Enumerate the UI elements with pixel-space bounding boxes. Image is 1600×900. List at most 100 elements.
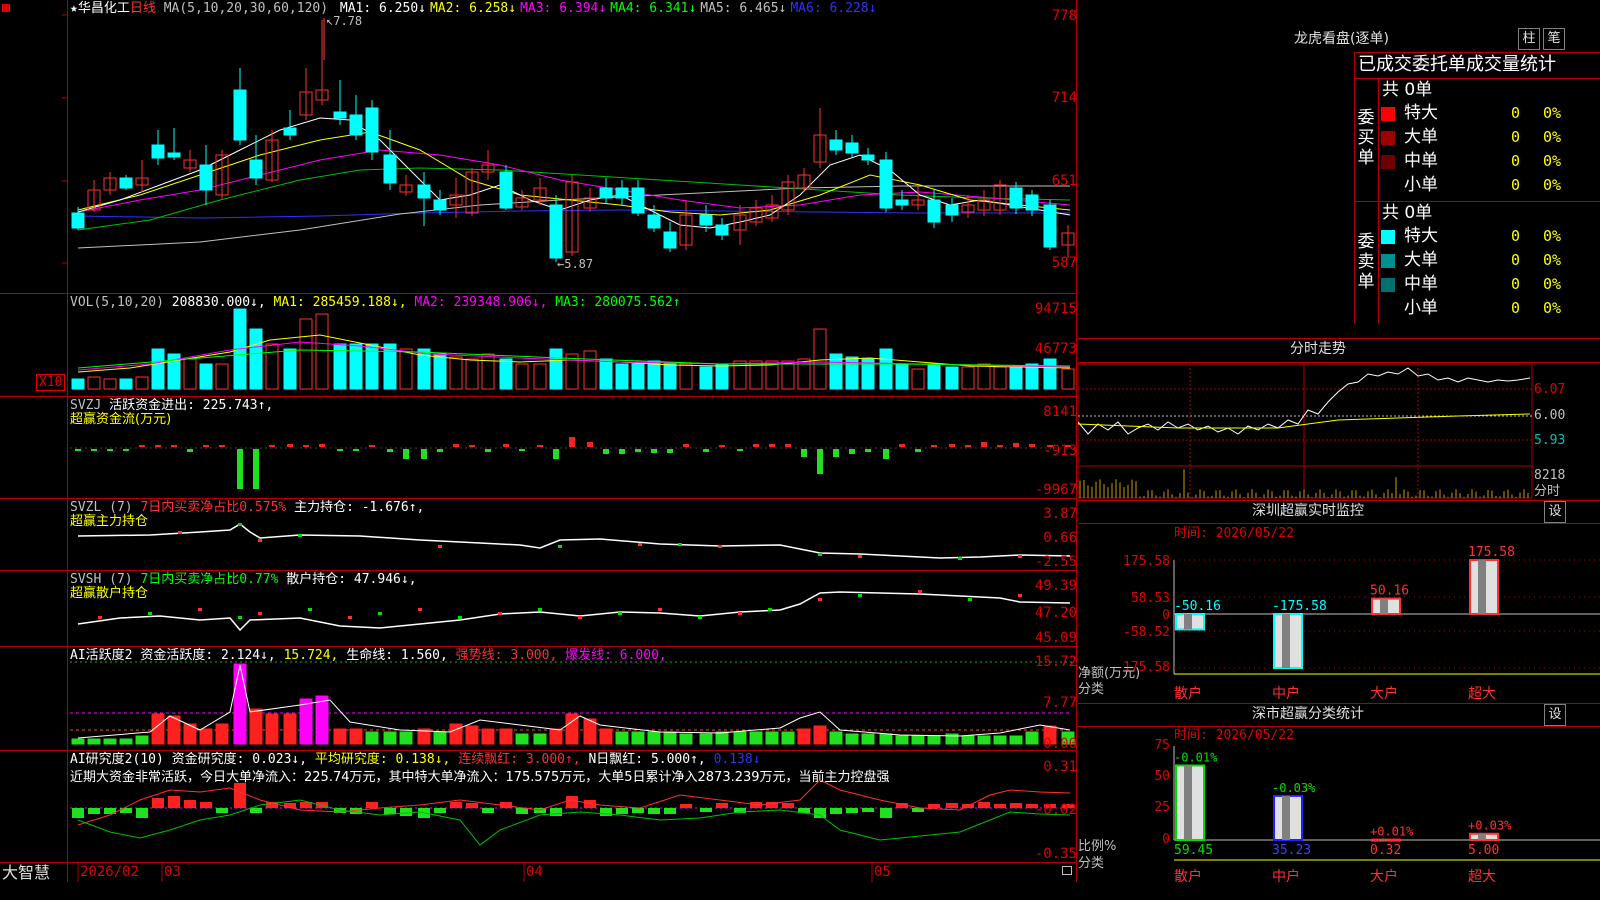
volume-bar (715, 363, 729, 390)
research-bar (400, 808, 412, 816)
volume-bar (599, 358, 613, 390)
activity-bar (647, 731, 661, 745)
fund-flow-bar (587, 442, 593, 447)
svzl-header: SVZL (7) 7日内买卖净占比0.575% 主力持仓: -1.676↑, (70, 500, 424, 515)
fund-flow-bar (519, 449, 525, 451)
chart-area[interactable]: ★华昌化工日线 MA(5,10,20,30,60,120) MA1: 6.250… (0, 0, 1077, 882)
research-bar (880, 808, 892, 818)
sz-classify-settings-button[interactable]: 设 (1544, 704, 1566, 726)
candle-body (549, 204, 563, 259)
ai-active-value2: 15.724, (283, 648, 339, 663)
order-percent: 0% (1543, 299, 1562, 317)
fund-flow-bar (753, 444, 759, 447)
fund-flow-bar (849, 449, 855, 454)
research-bar (680, 804, 692, 808)
order-count: 0 (1510, 227, 1520, 245)
fund-flow-bar (91, 449, 97, 451)
sz-monitor-y-label: 净额(万元) (1078, 666, 1141, 681)
intraday-vol-unit: 分时 (1534, 484, 1561, 499)
category-swatch (1381, 230, 1395, 244)
activity-bar (233, 663, 247, 745)
research-bar (632, 808, 644, 813)
position-dot (98, 616, 102, 619)
activity-bar (349, 728, 363, 745)
fund-flow-bar (949, 444, 955, 447)
vol-header: VOL(5,10,20) 208830.000↓, MA1: 285459.18… (70, 295, 681, 310)
sz-classify-y-label: 比例% (1078, 839, 1117, 854)
sell-total: 共 0单 (1382, 203, 1433, 223)
divider (1078, 726, 1600, 727)
sz-classify-bars: -0.01% 59.45 -0.03% 35.23 +0.01% 0.32 +0.03% 5.… (1174, 750, 1512, 858)
position-dot (738, 612, 742, 615)
candle-body (71, 212, 85, 229)
sz-classify-category: 散户 (1174, 869, 1202, 885)
lock-icon[interactable] (1062, 866, 1072, 875)
research-bar (648, 808, 660, 814)
svzl-subtitle: 超赢主力持仓 (70, 514, 149, 529)
category-swatch (1381, 107, 1395, 121)
volume-bar (631, 363, 645, 390)
candle-body (249, 159, 263, 179)
position-dot (558, 545, 562, 548)
activity-bar (765, 731, 779, 745)
sz-monitor-settings-button[interactable]: 设 (1544, 501, 1566, 523)
ma3-line (77, 149, 1071, 213)
sz-classify-bar-shade (1184, 765, 1192, 840)
fund-flow-bar (319, 444, 325, 447)
activity-bar (781, 731, 795, 745)
order-percent: 0% (1543, 128, 1562, 146)
vol-value: 208830.000↓, (171, 295, 266, 310)
candle-body (283, 127, 297, 136)
divider (1354, 201, 1600, 202)
vol-title: VOL(5,10,20) (70, 295, 164, 310)
activity-bar (895, 735, 909, 745)
research-bar (136, 808, 148, 818)
volume-bar (993, 366, 1007, 390)
activity-bar (749, 731, 763, 745)
tick-view-button[interactable]: 笔 (1543, 28, 1565, 50)
activity-bar (861, 733, 875, 745)
retail-position-line (77, 591, 1071, 632)
position-dot (718, 545, 722, 548)
fund-flow-bar (303, 445, 309, 447)
fund-flow-bar (155, 445, 161, 447)
order-category-label: 特大 (1404, 226, 1438, 246)
research-bar (152, 798, 164, 808)
fund-flow-bar (981, 442, 987, 447)
activity-bar (961, 735, 975, 745)
fund-flow-bar (833, 449, 839, 457)
ma1-line (77, 117, 1071, 229)
sz-classify-value-label: 35.23 (1272, 843, 1311, 858)
sz-classify-bar-shade (1282, 795, 1290, 840)
intraday-chart[interactable] (1078, 362, 1600, 500)
sz-monitor-category: 中户 (1272, 686, 1300, 702)
category-swatch (1381, 155, 1395, 169)
research-bar (716, 803, 728, 808)
candlestick-chart[interactable]: ↖7.78 ←5.87 (0, 0, 1077, 882)
volume-bar (1061, 368, 1075, 390)
position-dot (148, 612, 152, 615)
candle-body (417, 184, 431, 199)
position-dot (958, 557, 962, 560)
sz-classify-change-label: -0.01% (1174, 750, 1218, 764)
sz-monitor-bar-shade (1478, 560, 1486, 614)
brand-logo: 大智慧 (2, 863, 51, 882)
research-value: 资金研究度: 0.023↓, (171, 752, 308, 767)
position-dot (1018, 594, 1022, 597)
bar-view-button[interactable]: 柱 (1518, 28, 1540, 50)
vol-tick: 94715 (1034, 301, 1077, 317)
candle-body (927, 199, 941, 223)
candles (71, 20, 1075, 262)
position-dot (238, 523, 242, 526)
candle-body (349, 114, 363, 136)
ai-research-title: AI研究度2(10) (70, 752, 164, 767)
order-category-label: 大单 (1404, 250, 1438, 270)
fund-flow-bar (287, 444, 293, 447)
sz-monitor-value-label: 50.16 (1370, 584, 1409, 599)
candle-body (699, 214, 713, 226)
candle-body (167, 152, 181, 158)
volume-bar (265, 343, 279, 390)
fund-flow-bar (503, 444, 509, 447)
position-dot (768, 608, 772, 611)
activity-bar (299, 698, 313, 745)
